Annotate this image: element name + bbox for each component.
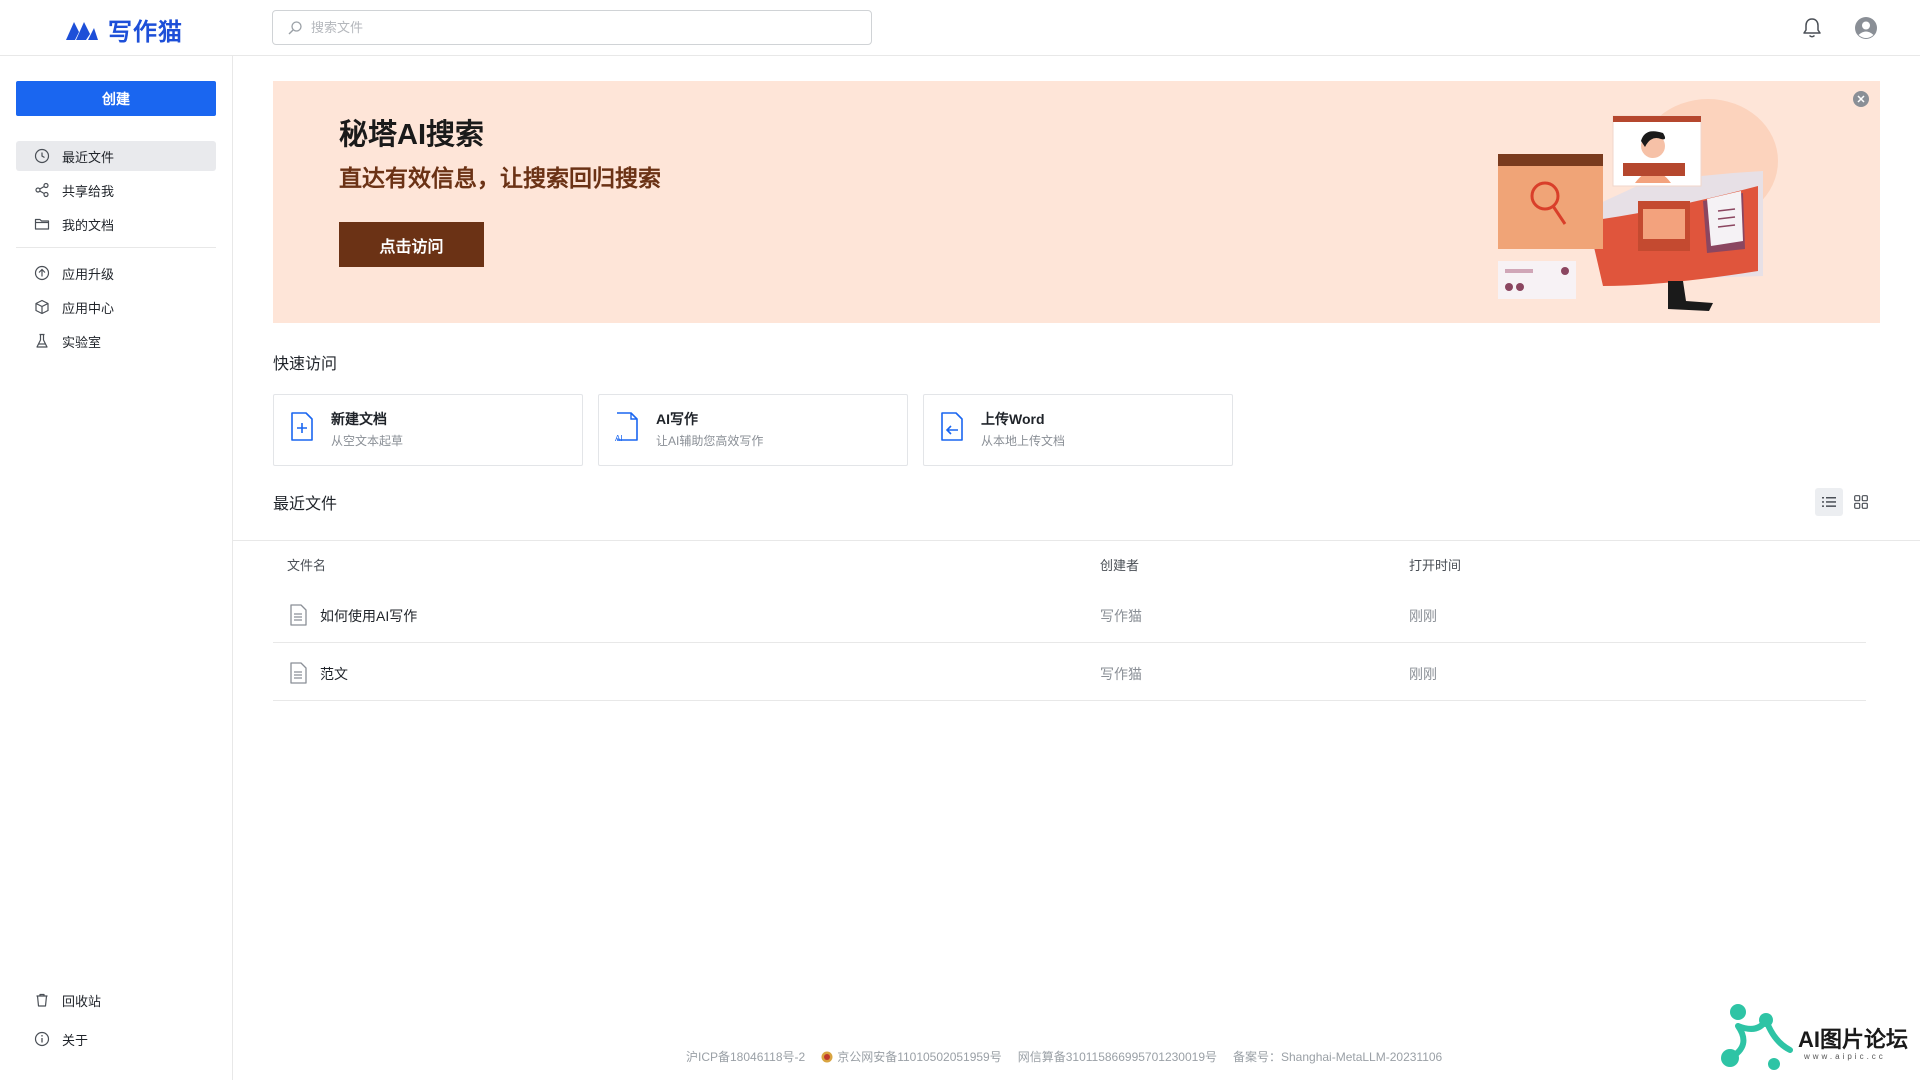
footer-police-text: 京公网安备11010502051959号 xyxy=(837,1050,1002,1064)
cube-icon xyxy=(35,299,49,315)
clock-icon xyxy=(34,148,50,164)
footer-icp-link[interactable]: 沪ICP备18046118号-2 xyxy=(686,1048,805,1065)
column-header-creator[interactable]: 创建者 xyxy=(1100,555,1139,574)
banner-subtitle: 直达有效信息，让搜索回归搜索 xyxy=(339,165,661,191)
banner-visit-button[interactable]: 点击访问 xyxy=(339,222,484,267)
sidebar-item-recent[interactable]: 最近文件 xyxy=(16,141,216,171)
file-open-time: 刚刚 xyxy=(1409,666,1437,682)
police-badge-icon xyxy=(821,1051,833,1062)
sidebar-item-label: 我的文档 xyxy=(62,217,115,233)
sidebar-item-label: 共享给我 xyxy=(62,183,115,199)
sidebar-item-label: 应用中心 xyxy=(62,300,115,316)
sidebar-item-shared[interactable]: 共享给我 xyxy=(16,175,216,205)
file-creator: 写作猫 xyxy=(1100,608,1142,624)
sidebar-item-label: 关于 xyxy=(62,1032,89,1048)
file-open-time: 刚刚 xyxy=(1409,608,1437,624)
grid-view-icon[interactable] xyxy=(1847,488,1875,516)
file-name[interactable]: 如何使用AI写作 xyxy=(320,606,417,626)
sidebar-item-app-center[interactable]: 应用中心 xyxy=(16,292,216,322)
banner-title: 秘塔AI搜索 xyxy=(339,119,485,151)
table-row[interactable]: 如何使用AI写作 写作猫 刚刚 xyxy=(273,586,1866,643)
quick-card-new-doc[interactable]: 新建文档 从空文本起草 xyxy=(273,394,583,466)
search-input[interactable] xyxy=(311,20,851,35)
sidebar-item-trash[interactable]: 回收站 xyxy=(16,985,216,1015)
quick-card-upload-word[interactable]: 上传Word 从本地上传文档 xyxy=(923,394,1233,466)
quick-card-desc: 从本地上传文档 xyxy=(981,434,1066,448)
column-header-filename[interactable]: 文件名 xyxy=(287,555,326,574)
list-view-icon[interactable] xyxy=(1815,488,1843,516)
footer: 沪ICP备18046118号-2 京公网安备11010502051959号 网信… xyxy=(686,1048,1442,1065)
document-icon xyxy=(290,662,307,684)
quick-card-title: AI写作 xyxy=(656,411,698,427)
file-creator: 写作猫 xyxy=(1100,666,1142,682)
close-icon[interactable] xyxy=(1852,90,1870,108)
app-logo[interactable]: 写作猫 xyxy=(64,12,183,47)
sidebar-item-about[interactable]: 关于 xyxy=(16,1024,216,1054)
table-divider xyxy=(233,540,1920,541)
watermark-url: www.aipic.cc xyxy=(1804,1052,1886,1061)
share-icon xyxy=(35,182,49,198)
recent-files-title: 最近文件 xyxy=(273,496,338,513)
ai-doc-icon: AI xyxy=(615,412,638,443)
sidebar-divider xyxy=(16,247,216,248)
sidebar-item-my-docs[interactable]: 我的文档 xyxy=(16,209,216,239)
bell-icon[interactable] xyxy=(1798,14,1826,42)
trash-icon xyxy=(36,993,48,1007)
sidebar-item-upgrade[interactable]: 应用升级 xyxy=(16,258,216,288)
svg-text:AI: AI xyxy=(615,434,623,443)
quick-access-title: 快速访问 xyxy=(273,356,338,373)
new-doc-icon xyxy=(291,412,313,441)
flask-icon xyxy=(36,333,48,348)
top-header: 写作猫 xyxy=(0,0,1920,56)
sidebar-item-label: 应用升级 xyxy=(62,266,115,282)
quick-card-desc: 从空文本起草 xyxy=(331,434,404,448)
folder-icon xyxy=(34,218,50,230)
watermark-text: AI图片论坛 xyxy=(1798,1027,1909,1052)
footer-algo-record: 网信算备310115866995701230019号 xyxy=(1017,1050,1217,1064)
info-icon xyxy=(34,1031,50,1047)
search-icon xyxy=(288,20,302,34)
logo-icon xyxy=(66,21,98,40)
upload-doc-icon xyxy=(941,412,963,441)
upgrade-icon xyxy=(34,265,50,281)
document-icon xyxy=(290,604,307,626)
sidebar: 创建 最近文件 共享给我 我的文档 应用升级 应用中心 实验室 回收站 关于 xyxy=(0,56,233,1080)
footer-police-link[interactable]: 京公网安备11010502051959号 xyxy=(821,1048,1002,1065)
watermark: AI图片论坛 www.aipic.cc xyxy=(1718,998,1918,1078)
quick-card-title: 上传Word xyxy=(981,411,1045,427)
user-avatar-icon[interactable] xyxy=(1852,14,1880,42)
sidebar-item-label: 实验室 xyxy=(62,334,102,350)
quick-card-title: 新建文档 xyxy=(331,411,387,427)
create-button[interactable]: 创建 xyxy=(16,81,216,116)
quick-card-ai-writing[interactable]: AI AI写作 让AI辅助您高效写作 xyxy=(598,394,908,466)
column-header-opened[interactable]: 打开时间 xyxy=(1409,555,1461,574)
sidebar-item-lab[interactable]: 实验室 xyxy=(16,326,216,356)
file-name[interactable]: 范文 xyxy=(320,664,348,684)
sidebar-item-label: 最近文件 xyxy=(62,149,115,165)
logo-text: 写作猫 xyxy=(108,17,183,46)
watermark-logo-icon xyxy=(1721,1004,1793,1070)
footer-record-number: 备案号：Shanghai-MetaLLM-20231106 xyxy=(1233,1050,1443,1064)
quick-card-desc: 让AI辅助您高效写作 xyxy=(656,434,764,448)
promo-banner: 秘塔AI搜索 直达有效信息，让搜索回归搜索 点击访问 xyxy=(273,81,1880,323)
table-row[interactable]: 范文 写作猫 刚刚 xyxy=(273,644,1866,701)
banner-illustration-icon xyxy=(1498,99,1778,311)
search-box[interactable] xyxy=(272,10,872,45)
sidebar-item-label: 回收站 xyxy=(62,993,102,1009)
